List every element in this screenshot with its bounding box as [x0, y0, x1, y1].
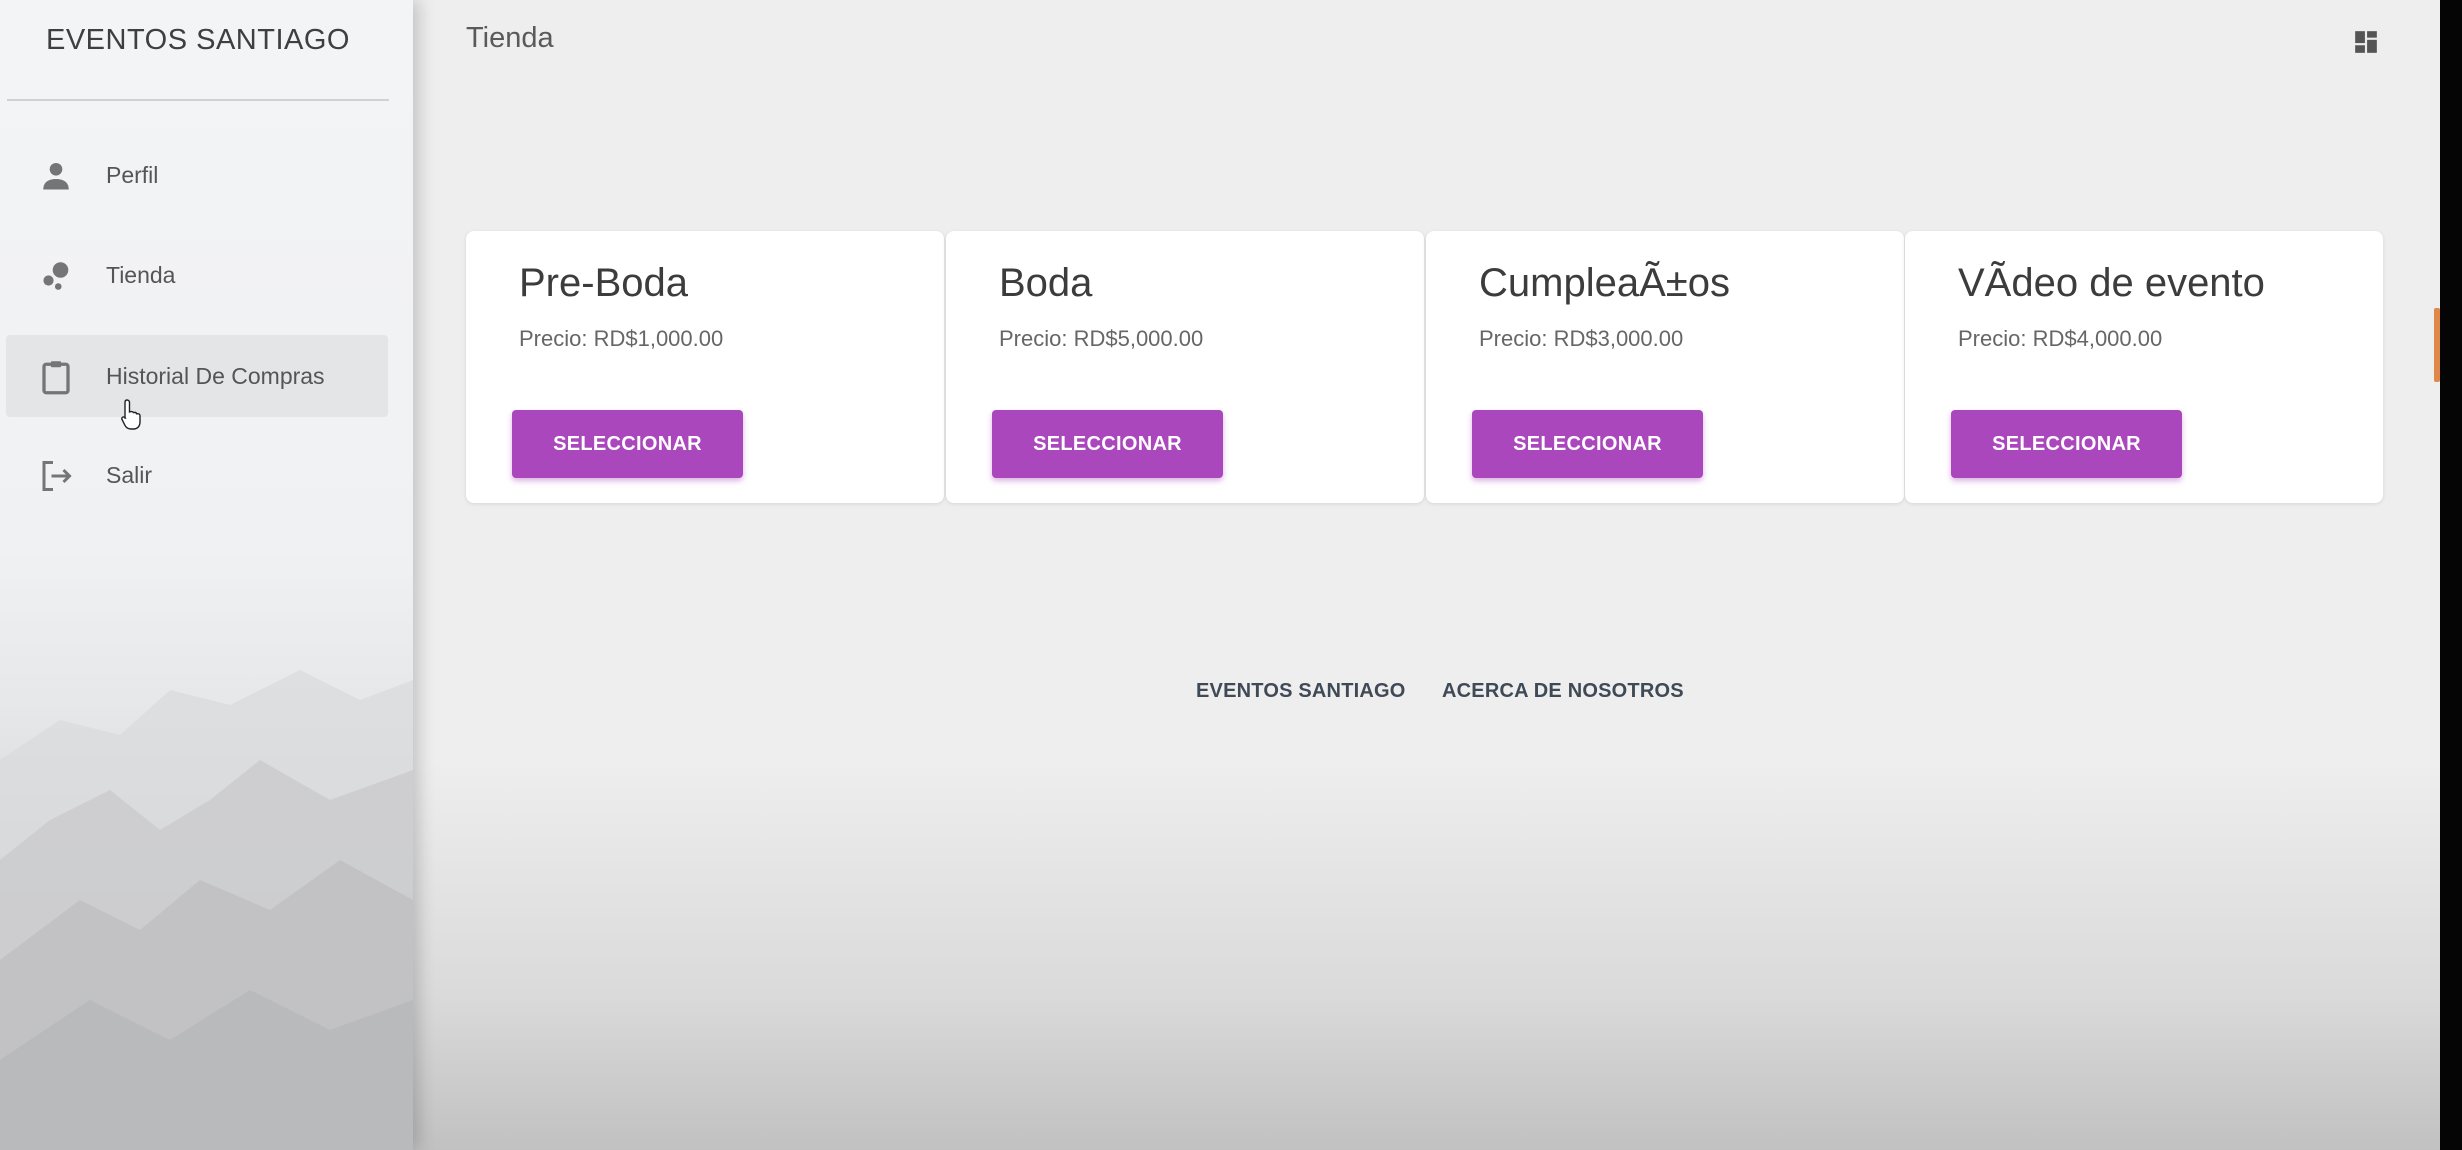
page-title: Tienda — [466, 22, 554, 54]
sidebar-divider — [7, 99, 389, 101]
product-card: Pre-Boda Precio: RD$1,000.00 SELECCIONAR — [466, 231, 944, 503]
product-price: Precio: RD$3,000.00 — [1479, 326, 1684, 351]
product-title: VÃdeo de evento — [1958, 261, 2265, 305]
product-title: CumpleaÃ±os — [1479, 261, 1730, 305]
dashboard-icon[interactable] — [2353, 29, 2379, 55]
product-price: Precio: RD$4,000.00 — [1958, 326, 2163, 351]
select-button[interactable]: SELECCIONAR — [992, 410, 1223, 478]
sidebar-item-label: Tienda — [106, 262, 176, 288]
sidebar-brand[interactable]: EVENTOS SANTIAGO — [0, 24, 396, 57]
product-title: Pre-Boda — [519, 261, 688, 305]
person-icon — [43, 162, 69, 190]
sidebar-item-historial[interactable]: Historial De Compras — [6, 335, 388, 417]
select-button[interactable]: SELECCIONAR — [1472, 410, 1703, 478]
sidebar-item-label: Salir — [106, 462, 153, 488]
logout-icon — [42, 461, 72, 491]
footer-link-acerca-de-nosotros[interactable]: ACERCA DE NOSOTROS — [1442, 680, 1684, 703]
product-title: Boda — [999, 261, 1093, 305]
sidebar-item-label: Perfil — [106, 162, 159, 188]
product-price: Precio: RD$5,000.00 — [999, 326, 1204, 351]
product-card: CumpleaÃ±os Precio: RD$3,000.00 SELECCIO… — [1426, 231, 1904, 503]
bubbles-icon — [43, 262, 69, 290]
product-card: VÃdeo de evento Precio: RD$4,000.00 SELE… — [1905, 231, 2383, 503]
sidebar-item-perfil[interactable]: Perfil — [6, 134, 388, 216]
sidebar-item-salir[interactable]: Salir — [6, 434, 388, 516]
clipboard-icon — [42, 361, 70, 395]
background-shade — [413, 760, 2440, 1150]
hand-cursor-icon — [121, 399, 141, 430]
product-card: Boda Precio: RD$5,000.00 SELECCIONAR — [946, 231, 1424, 503]
product-price: Precio: RD$1,000.00 — [519, 326, 724, 351]
sidebar-item-tienda[interactable]: Tienda — [6, 234, 388, 316]
footer-link-eventos-santiago[interactable]: EVENTOS SANTIAGO — [1196, 680, 1406, 703]
select-button[interactable]: SELECCIONAR — [1951, 410, 2182, 478]
window-edge — [2440, 0, 2462, 1150]
select-button[interactable]: SELECCIONAR — [512, 410, 743, 478]
app-window: EVENTOS SANTIAGO Perfil Tienda Historial… — [0, 0, 2440, 1150]
sidebar: EVENTOS SANTIAGO Perfil Tienda Historial… — [0, 0, 413, 1150]
